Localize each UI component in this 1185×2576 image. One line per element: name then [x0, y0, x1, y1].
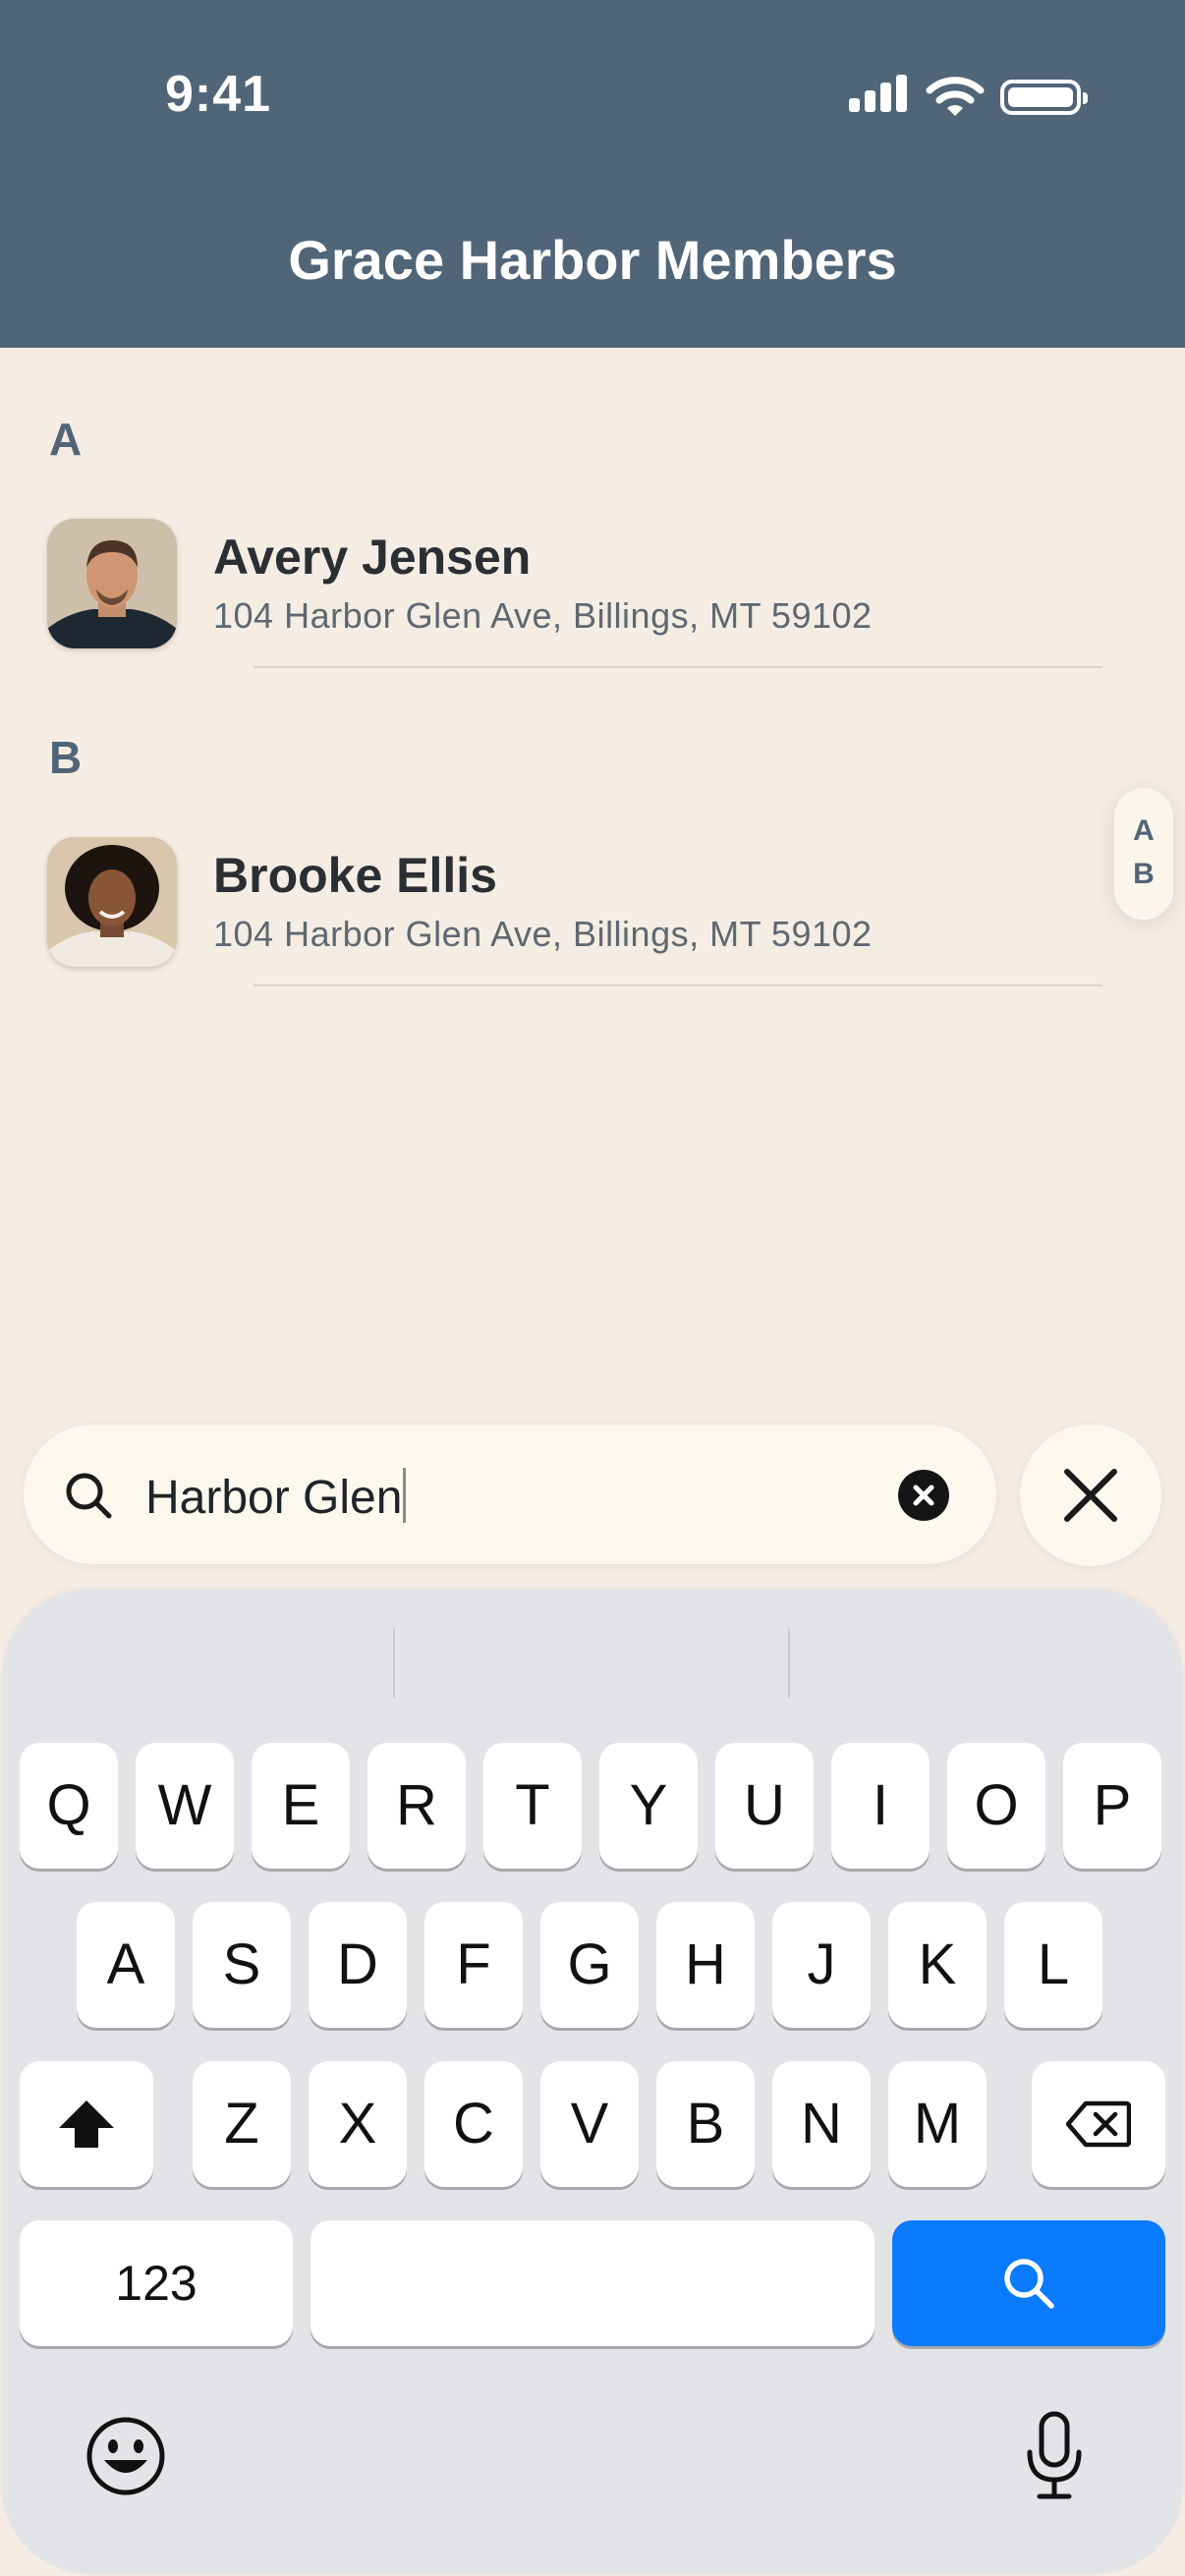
wifi-icon — [926, 77, 985, 116]
key-a[interactable]: A — [77, 1902, 175, 2028]
row-divider — [254, 984, 1102, 986]
key-u[interactable]: U — [715, 1743, 814, 1869]
key-f[interactable]: F — [424, 1902, 523, 2028]
member-row[interactable]: Avery Jensen 104 Harbor Glen Ave, Billin… — [0, 519, 1110, 696]
key-j[interactable]: J — [772, 1902, 871, 2028]
key-r[interactable]: R — [367, 1743, 466, 1869]
key-d[interactable]: D — [309, 1902, 407, 2028]
member-name: Avery Jensen — [213, 530, 532, 585]
text-cursor — [403, 1468, 407, 1523]
app-header: 9:41 Grace Harbor Members — [0, 0, 1185, 348]
index-letter-a[interactable]: A — [1114, 810, 1173, 853]
status-time: 9:41 — [165, 66, 272, 123]
search-key[interactable] — [892, 2220, 1165, 2346]
suggestion-separator — [393, 1629, 395, 1698]
key-k[interactable]: K — [888, 1902, 987, 2028]
keyboard: Q W E R T Y U I O P A S D F G H J K L Z … — [2, 1590, 1183, 2574]
key-v[interactable]: V — [540, 2061, 639, 2187]
space-key[interactable] — [310, 2220, 875, 2346]
suggestion-separator — [788, 1629, 790, 1698]
key-h[interactable]: H — [656, 1902, 755, 2028]
close-search-button[interactable] — [1020, 1425, 1161, 1566]
search-icon — [66, 1473, 112, 1519]
member-address: 104 Harbor Glen Ave, Billings, MT 59102 — [213, 595, 873, 636]
backspace-icon — [1066, 2100, 1131, 2148]
index-letter-b[interactable]: B — [1114, 853, 1173, 896]
member-row[interactable]: Brooke Ellis 104 Harbor Glen Ave, Billin… — [0, 837, 1110, 1014]
key-g[interactable]: G — [540, 1902, 639, 2028]
key-e[interactable]: E — [252, 1743, 350, 1869]
cellular-signal-icon — [849, 75, 908, 118]
section-index-bar[interactable]: A B — [1114, 788, 1173, 920]
clear-search-icon[interactable] — [898, 1470, 949, 1521]
row-divider — [254, 666, 1102, 668]
key-l[interactable]: L — [1004, 1902, 1102, 2028]
avatar — [47, 837, 177, 967]
close-icon — [1064, 1469, 1117, 1522]
key-m[interactable]: M — [888, 2061, 987, 2187]
section-header-a: A — [49, 414, 83, 465]
key-b[interactable]: B — [656, 2061, 755, 2187]
search-input[interactable]: Harbor Glen — [145, 1468, 407, 1525]
search-icon — [1004, 2259, 1054, 2309]
delete-key[interactable] — [1032, 2061, 1165, 2187]
page-title: Grace Harbor Members — [288, 229, 897, 291]
key-z[interactable]: Z — [193, 2061, 291, 2187]
key-i[interactable]: I — [831, 1743, 930, 1869]
key-p[interactable]: P — [1063, 1743, 1161, 1869]
status-icons — [849, 75, 1088, 118]
search-field[interactable]: Harbor Glen — [24, 1425, 996, 1564]
shift-arrow-icon — [59, 2100, 114, 2148]
section-header-b: B — [49, 732, 83, 783]
emoji-icon[interactable] — [85, 2415, 167, 2497]
shift-key[interactable] — [20, 2061, 153, 2187]
key-y[interactable]: Y — [599, 1743, 698, 1869]
battery-icon — [1000, 80, 1088, 115]
avatar — [47, 519, 177, 648]
microphone-icon[interactable] — [1024, 2411, 1085, 2501]
key-x[interactable]: X — [309, 2061, 407, 2187]
key-q[interactable]: Q — [20, 1743, 118, 1869]
key-c[interactable]: C — [424, 2061, 523, 2187]
key-w[interactable]: W — [136, 1743, 234, 1869]
search-query: Harbor Glen — [145, 1472, 403, 1524]
key-o[interactable]: O — [947, 1743, 1045, 1869]
key-s[interactable]: S — [193, 1902, 291, 2028]
key-t[interactable]: T — [483, 1743, 582, 1869]
member-name: Brooke Ellis — [213, 848, 497, 903]
numbers-key[interactable]: 123 — [20, 2220, 293, 2346]
member-address: 104 Harbor Glen Ave, Billings, MT 59102 — [213, 914, 873, 954]
key-n[interactable]: N — [772, 2061, 871, 2187]
